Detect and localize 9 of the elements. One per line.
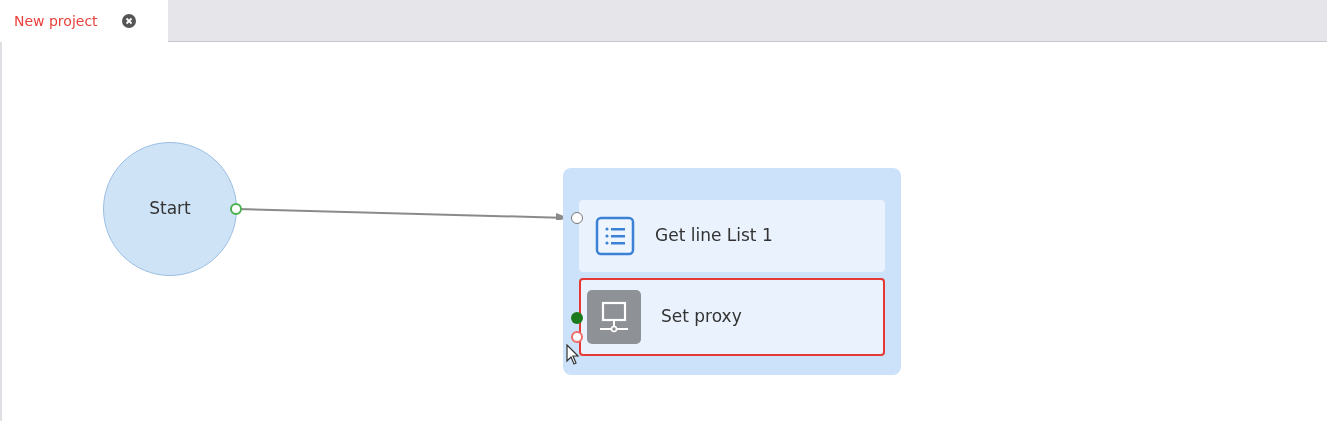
action-label: Set proxy [661,305,742,329]
list-icon [595,216,635,256]
action-node[interactable]: Set proxy [579,278,885,356]
action-label: Get line List 1 [655,224,773,248]
start-node[interactable]: Start [103,142,237,276]
action-node[interactable]: Get line List 1 [579,200,885,272]
monitor-network-icon [587,290,641,344]
close-icon[interactable] [121,14,136,28]
mouse-cursor-icon [566,344,580,366]
